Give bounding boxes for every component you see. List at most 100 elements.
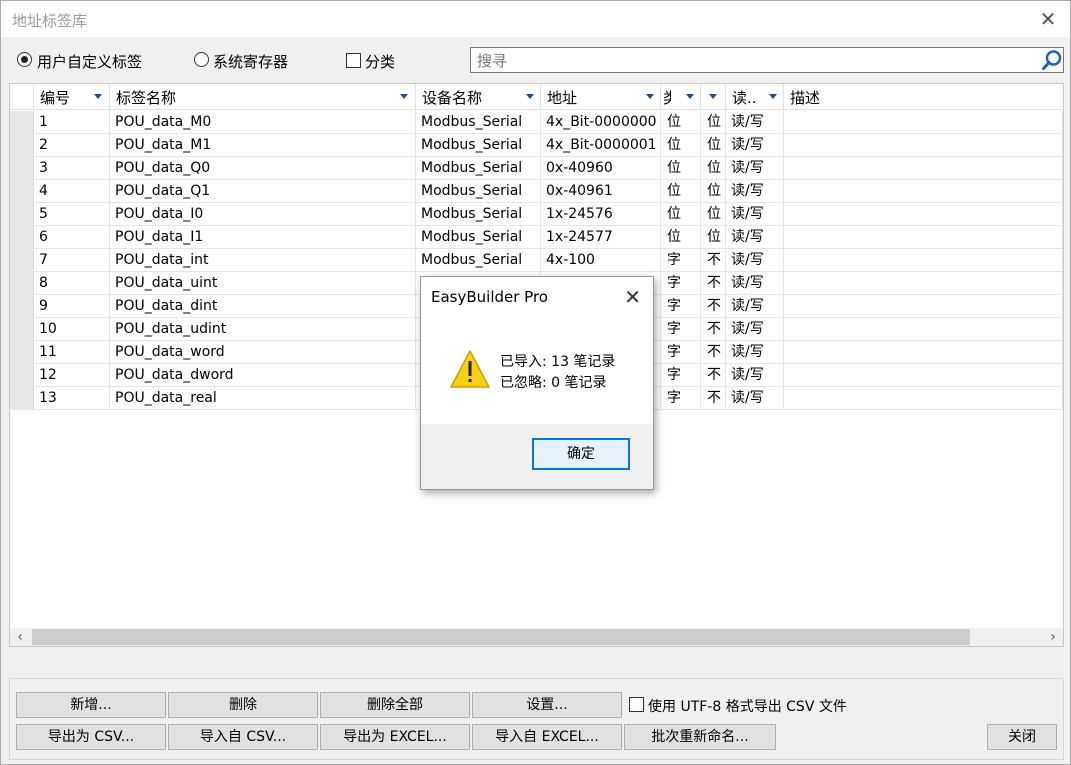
cell-format[interactable]: 不: [701, 272, 726, 295]
cell-tag-name[interactable]: POU_data_uint: [110, 272, 416, 295]
cell-format[interactable]: 位: [701, 111, 726, 134]
cell-format[interactable]: 位: [701, 203, 726, 226]
cell-id[interactable]: 13: [34, 387, 110, 410]
cell-tag-name[interactable]: POU_data_word: [110, 341, 416, 364]
row-header[interactable]: [10, 387, 34, 410]
cell-access[interactable]: 读/写: [726, 203, 784, 226]
category-checkbox[interactable]: [346, 53, 361, 68]
cell-description[interactable]: [784, 157, 1063, 180]
cell-description[interactable]: [784, 203, 1063, 226]
chevron-left-icon[interactable]: ‹: [10, 628, 30, 646]
cell-access[interactable]: 读/写: [726, 295, 784, 318]
cell-description[interactable]: [784, 180, 1063, 203]
cell-description[interactable]: [784, 341, 1063, 364]
cell-format[interactable]: 位: [701, 226, 726, 249]
cell-description[interactable]: [784, 364, 1063, 387]
cell-type[interactable]: 位: [661, 203, 701, 226]
cell-id[interactable]: 12: [34, 364, 110, 387]
column-header-format[interactable]: [701, 84, 726, 110]
settings-button[interactable]: 设置...: [472, 692, 622, 718]
column-header-device-name[interactable]: 设备名称: [416, 84, 541, 110]
cell-type[interactable]: 字: [661, 249, 701, 272]
cell-tag-name[interactable]: POU_data_M0: [110, 111, 416, 134]
export-csv-button[interactable]: 导出为 CSV...: [16, 724, 166, 750]
cell-type[interactable]: 位: [661, 226, 701, 249]
cell-device-name[interactable]: Modbus_Serial: [416, 226, 541, 249]
cell-address[interactable]: 0x-40961: [541, 180, 661, 203]
column-header-description[interactable]: 描述: [784, 84, 1063, 110]
cell-description[interactable]: [784, 318, 1063, 341]
table-row[interactable]: 1 POU_data_M0 Modbus_Serial 4x_Bit-0000000 位…: [10, 111, 1063, 134]
system-registers-radio[interactable]: [194, 52, 209, 67]
row-header[interactable]: [10, 226, 34, 249]
row-header[interactable]: [10, 111, 34, 134]
cell-tag-name[interactable]: POU_data_Q0: [110, 157, 416, 180]
cell-access[interactable]: 读/写: [726, 387, 784, 410]
cell-access[interactable]: 读/写: [726, 272, 784, 295]
category-label[interactable]: 分类: [365, 51, 395, 72]
cell-device-name[interactable]: Modbus_Serial: [416, 180, 541, 203]
delete-all-button[interactable]: 删除全部: [320, 692, 470, 718]
chevron-right-icon[interactable]: ›: [1043, 628, 1063, 646]
cell-access[interactable]: 读/写: [726, 180, 784, 203]
cell-type[interactable]: 字: [661, 341, 701, 364]
import-csv-button[interactable]: 导入自 CSV...: [168, 724, 318, 750]
cell-device-name[interactable]: Modbus_Serial: [416, 157, 541, 180]
cell-description[interactable]: [784, 134, 1063, 157]
close-button[interactable]: 关闭: [987, 724, 1057, 750]
cell-tag-name[interactable]: POU_data_real: [110, 387, 416, 410]
row-header[interactable]: [10, 272, 34, 295]
cell-type[interactable]: 位: [661, 157, 701, 180]
cell-tag-name[interactable]: POU_data_udint: [110, 318, 416, 341]
cell-type[interactable]: 字: [661, 272, 701, 295]
row-header[interactable]: [10, 157, 34, 180]
system-registers-label[interactable]: 系统寄存器: [213, 51, 288, 72]
table-row[interactable]: 4 POU_data_Q1 Modbus_Serial 0x-40961 位位读/写: [10, 180, 1063, 203]
cell-id[interactable]: 7: [34, 249, 110, 272]
cell-id[interactable]: 5: [34, 203, 110, 226]
cell-access[interactable]: 读/写: [726, 341, 784, 364]
batch-rename-button[interactable]: 批次重新命名...: [624, 724, 776, 750]
cell-address[interactable]: 0x-40960: [541, 157, 661, 180]
add-button[interactable]: 新增...: [16, 692, 166, 718]
search-box[interactable]: [470, 47, 1064, 73]
cell-description[interactable]: [784, 387, 1063, 410]
cell-type[interactable]: 位: [661, 111, 701, 134]
cell-tag-name[interactable]: POU_data_dword: [110, 364, 416, 387]
import-excel-button[interactable]: 导入自 EXCEL...: [472, 724, 622, 750]
column-header-tag-name[interactable]: 标签名称: [110, 84, 416, 110]
row-header[interactable]: [10, 295, 34, 318]
utf8-csv-label[interactable]: 使用 UTF-8 格式导出 CSV 文件: [648, 696, 847, 716]
user-tags-radio[interactable]: [17, 52, 32, 67]
row-header[interactable]: [10, 180, 34, 203]
cell-tag-name[interactable]: POU_data_I0: [110, 203, 416, 226]
cell-access[interactable]: 读/写: [726, 134, 784, 157]
chevron-down-icon[interactable]: [686, 94, 694, 99]
search-icon[interactable]: [1041, 49, 1063, 71]
row-header[interactable]: [10, 203, 34, 226]
column-header-type[interactable]: 类: [661, 84, 701, 110]
cell-format[interactable]: 不: [701, 318, 726, 341]
cell-access[interactable]: 读/写: [726, 157, 784, 180]
cell-access[interactable]: 读/写: [726, 318, 784, 341]
cell-tag-name[interactable]: POU_data_dint: [110, 295, 416, 318]
cell-id[interactable]: 3: [34, 157, 110, 180]
row-header[interactable]: [10, 318, 34, 341]
cell-id[interactable]: 2: [34, 134, 110, 157]
cell-id[interactable]: 9: [34, 295, 110, 318]
close-icon[interactable]: ✕: [1038, 7, 1058, 31]
chevron-down-icon[interactable]: [769, 94, 777, 99]
column-header-address[interactable]: 地址: [541, 84, 661, 110]
cell-format[interactable]: 位: [701, 134, 726, 157]
cell-device-name[interactable]: Modbus_Serial: [416, 111, 541, 134]
export-excel-button[interactable]: 导出为 EXCEL...: [320, 724, 470, 750]
cell-address[interactable]: 4x_Bit-0000001: [541, 134, 661, 157]
table-row[interactable]: 3 POU_data_Q0 Modbus_Serial 0x-40960 位位读/写: [10, 157, 1063, 180]
cell-tag-name[interactable]: POU_data_Q1: [110, 180, 416, 203]
cell-tag-name[interactable]: POU_data_I1: [110, 226, 416, 249]
user-tags-label[interactable]: 用户自定义标签: [37, 51, 142, 72]
cell-format[interactable]: 不: [701, 249, 726, 272]
row-header[interactable]: [10, 341, 34, 364]
chevron-down-icon[interactable]: [646, 94, 654, 99]
cell-tag-name[interactable]: POU_data_int: [110, 249, 416, 272]
